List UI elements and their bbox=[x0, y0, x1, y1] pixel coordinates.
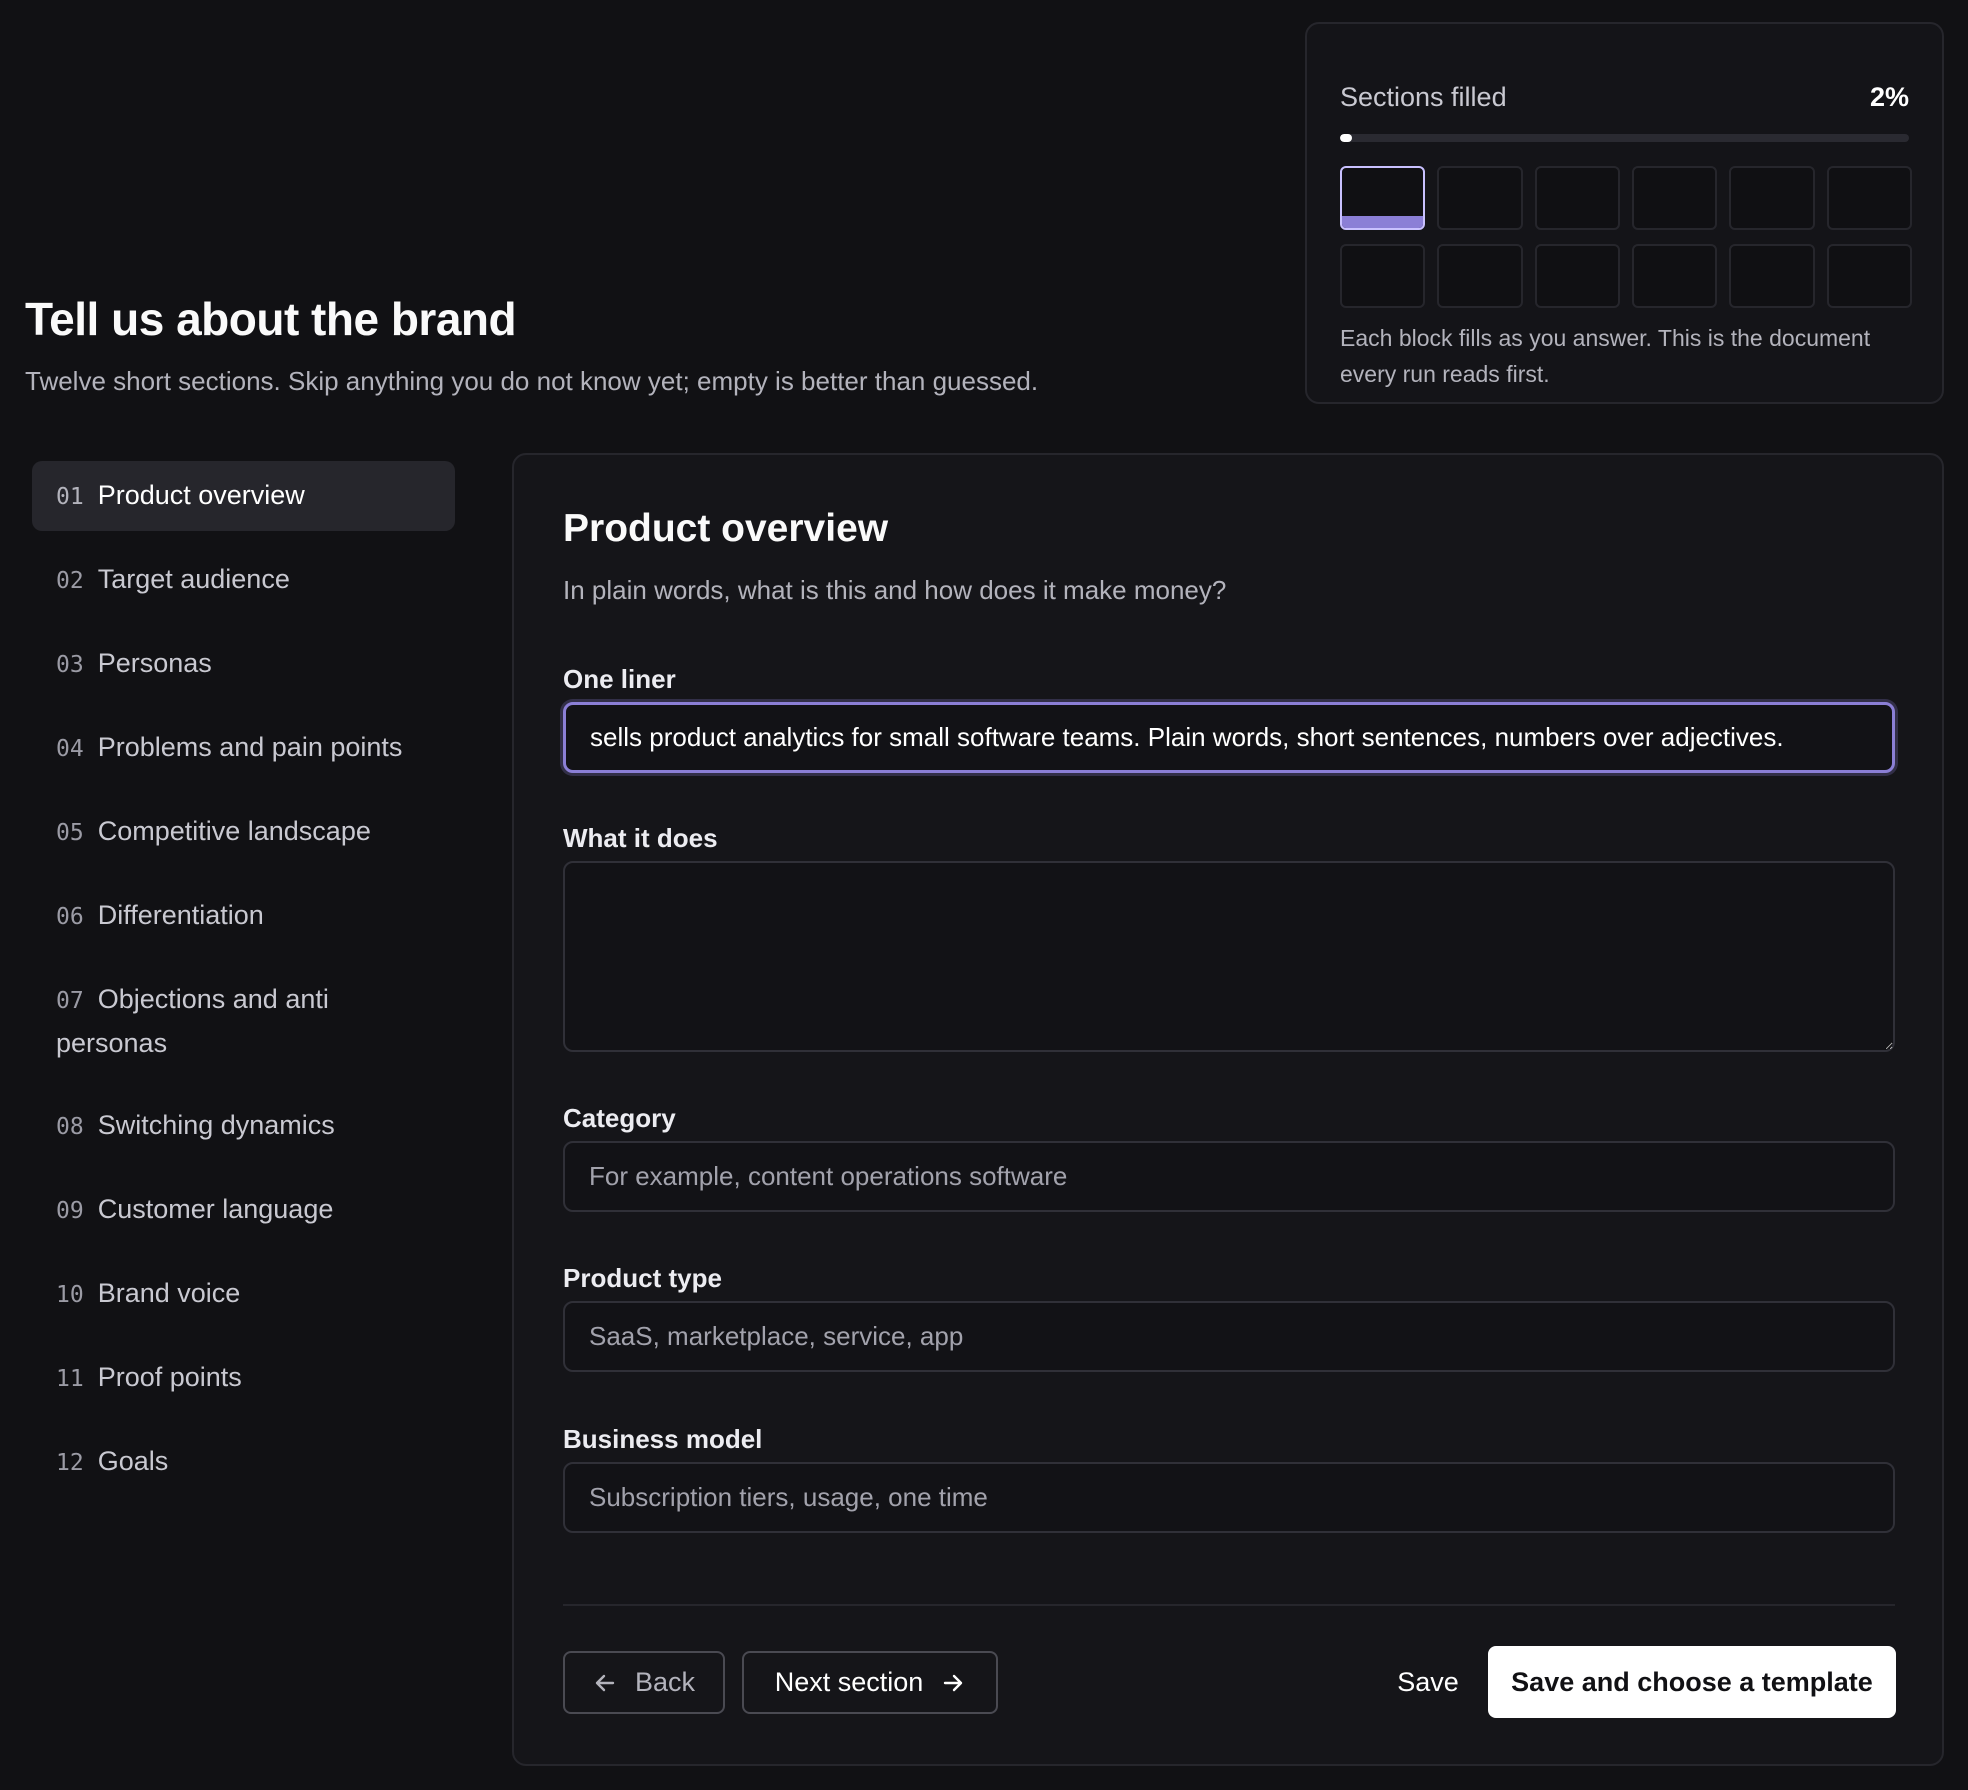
progress-label: Sections filled bbox=[1340, 82, 1507, 112]
section-block bbox=[1632, 166, 1718, 230]
nav-item-objections-and-anti-personas[interactable]: 07 Objections and anti personas bbox=[32, 965, 455, 1077]
section-block bbox=[1340, 166, 1426, 230]
section-nav: 01 Product overview 02 Target audience 03 Per… bbox=[32, 461, 455, 1511]
nav-item-problems-and-pain-points[interactable]: 04 Problems and pain points bbox=[32, 713, 455, 783]
section-title: Product overview bbox=[563, 507, 889, 550]
nav-item-label: Differentiation bbox=[97, 900, 264, 930]
progress-header: Sections filled 2% bbox=[1340, 82, 1909, 113]
progress-card: Sections filled 2% Each block fills as y… bbox=[1305, 22, 1944, 404]
nav-item-number: 01 bbox=[56, 484, 84, 510]
nav-item-label: Problems and pain points bbox=[97, 732, 403, 762]
progress-percent: 2% bbox=[1869, 82, 1909, 112]
section-block bbox=[1632, 244, 1718, 308]
arrow-right-icon bbox=[941, 1671, 965, 1695]
section-blocks-grid bbox=[1340, 166, 1912, 308]
save-and-choose-template-button[interactable]: Save and choose a template bbox=[1488, 1646, 1896, 1718]
nav-item-label: Objections and anti personas bbox=[56, 984, 329, 1058]
section-description: In plain words, what is this and how doe… bbox=[563, 575, 1227, 605]
page-title: Tell us about the brand bbox=[25, 293, 517, 345]
one-liner-input[interactable] bbox=[563, 702, 1895, 773]
nav-item-number: 03 bbox=[56, 652, 84, 678]
section-block bbox=[1437, 166, 1523, 230]
progress-bar-fill bbox=[1340, 134, 1352, 142]
nav-item-label: Brand voice bbox=[97, 1278, 241, 1308]
nav-item-number: 11 bbox=[56, 1366, 84, 1392]
save-button[interactable]: Save bbox=[1363, 1651, 1493, 1714]
nav-item-brand-voice[interactable]: 10 Brand voice bbox=[32, 1259, 455, 1329]
section-form-card: Product overview In plain words, what is… bbox=[512, 453, 1944, 1766]
section-block bbox=[1826, 166, 1912, 230]
nav-item-personas[interactable]: 03 Personas bbox=[32, 629, 455, 699]
section-block bbox=[1729, 244, 1815, 308]
nav-item-product-overview[interactable]: 01 Product overview bbox=[32, 461, 455, 531]
nav-item-label: Competitive landscape bbox=[97, 816, 371, 846]
next-section-button[interactable]: Next section bbox=[742, 1651, 998, 1714]
nav-item-label: Goals bbox=[97, 1446, 169, 1476]
section-block bbox=[1729, 166, 1815, 230]
business-model-label: Business model bbox=[563, 1424, 763, 1454]
form-divider bbox=[563, 1604, 1895, 1606]
category-label: Category bbox=[563, 1103, 676, 1133]
product-type-label: Product type bbox=[563, 1263, 722, 1293]
back-button-label: Back bbox=[634, 1667, 696, 1697]
section-block bbox=[1826, 244, 1912, 308]
nav-item-number: 09 bbox=[56, 1198, 84, 1224]
nav-item-label: Customer language bbox=[97, 1194, 334, 1224]
section-block bbox=[1534, 244, 1620, 308]
back-button[interactable]: Back bbox=[563, 1651, 725, 1714]
nav-item-number: 05 bbox=[56, 820, 84, 846]
progress-note: Each block fills as you answer. This is … bbox=[1340, 325, 1871, 387]
nav-item-proof-points[interactable]: 11 Proof points bbox=[32, 1343, 455, 1413]
nav-item-label: Target audience bbox=[97, 564, 290, 594]
nav-item-number: 04 bbox=[56, 736, 84, 762]
nav-item-label: Product overview bbox=[97, 480, 305, 510]
section-block bbox=[1340, 244, 1426, 308]
nav-item-customer-language[interactable]: 09 Customer language bbox=[32, 1175, 455, 1245]
nav-item-label: Personas bbox=[97, 648, 212, 678]
brand-intake-page: Tell us about the brand Twelve short sec… bbox=[0, 0, 1968, 1790]
nav-item-switching-dynamics[interactable]: 08 Switching dynamics bbox=[32, 1091, 455, 1161]
what-it-does-label: What it does bbox=[563, 823, 718, 853]
nav-item-number: 12 bbox=[56, 1450, 84, 1476]
nav-item-label: Proof points bbox=[97, 1362, 242, 1392]
nav-item-number: 06 bbox=[56, 904, 84, 930]
nav-item-number: 07 bbox=[56, 988, 84, 1014]
section-block bbox=[1437, 244, 1523, 308]
business-model-input[interactable] bbox=[563, 1462, 1895, 1533]
nav-item-label: Switching dynamics bbox=[97, 1110, 335, 1140]
product-type-input[interactable] bbox=[563, 1301, 1895, 1372]
category-input[interactable] bbox=[563, 1141, 1895, 1212]
nav-item-competitive-landscape[interactable]: 05 Competitive landscape bbox=[32, 797, 455, 867]
what-it-does-textarea[interactable] bbox=[563, 861, 1895, 1052]
one-liner-label: One liner bbox=[563, 664, 676, 694]
page-subtitle: Twelve short sections. Skip anything you… bbox=[25, 366, 1039, 396]
next-section-button-label: Next section bbox=[774, 1667, 924, 1697]
nav-item-number: 10 bbox=[56, 1282, 84, 1308]
section-block bbox=[1534, 166, 1620, 230]
progress-bar bbox=[1340, 134, 1909, 142]
nav-item-number: 08 bbox=[56, 1114, 84, 1140]
nav-item-goals[interactable]: 12 Goals bbox=[32, 1427, 455, 1497]
nav-item-target-audience[interactable]: 02 Target audience bbox=[32, 545, 455, 615]
nav-item-differentiation[interactable]: 06 Differentiation bbox=[32, 881, 455, 951]
arrow-left-icon bbox=[593, 1671, 617, 1695]
nav-item-number: 02 bbox=[56, 568, 84, 594]
